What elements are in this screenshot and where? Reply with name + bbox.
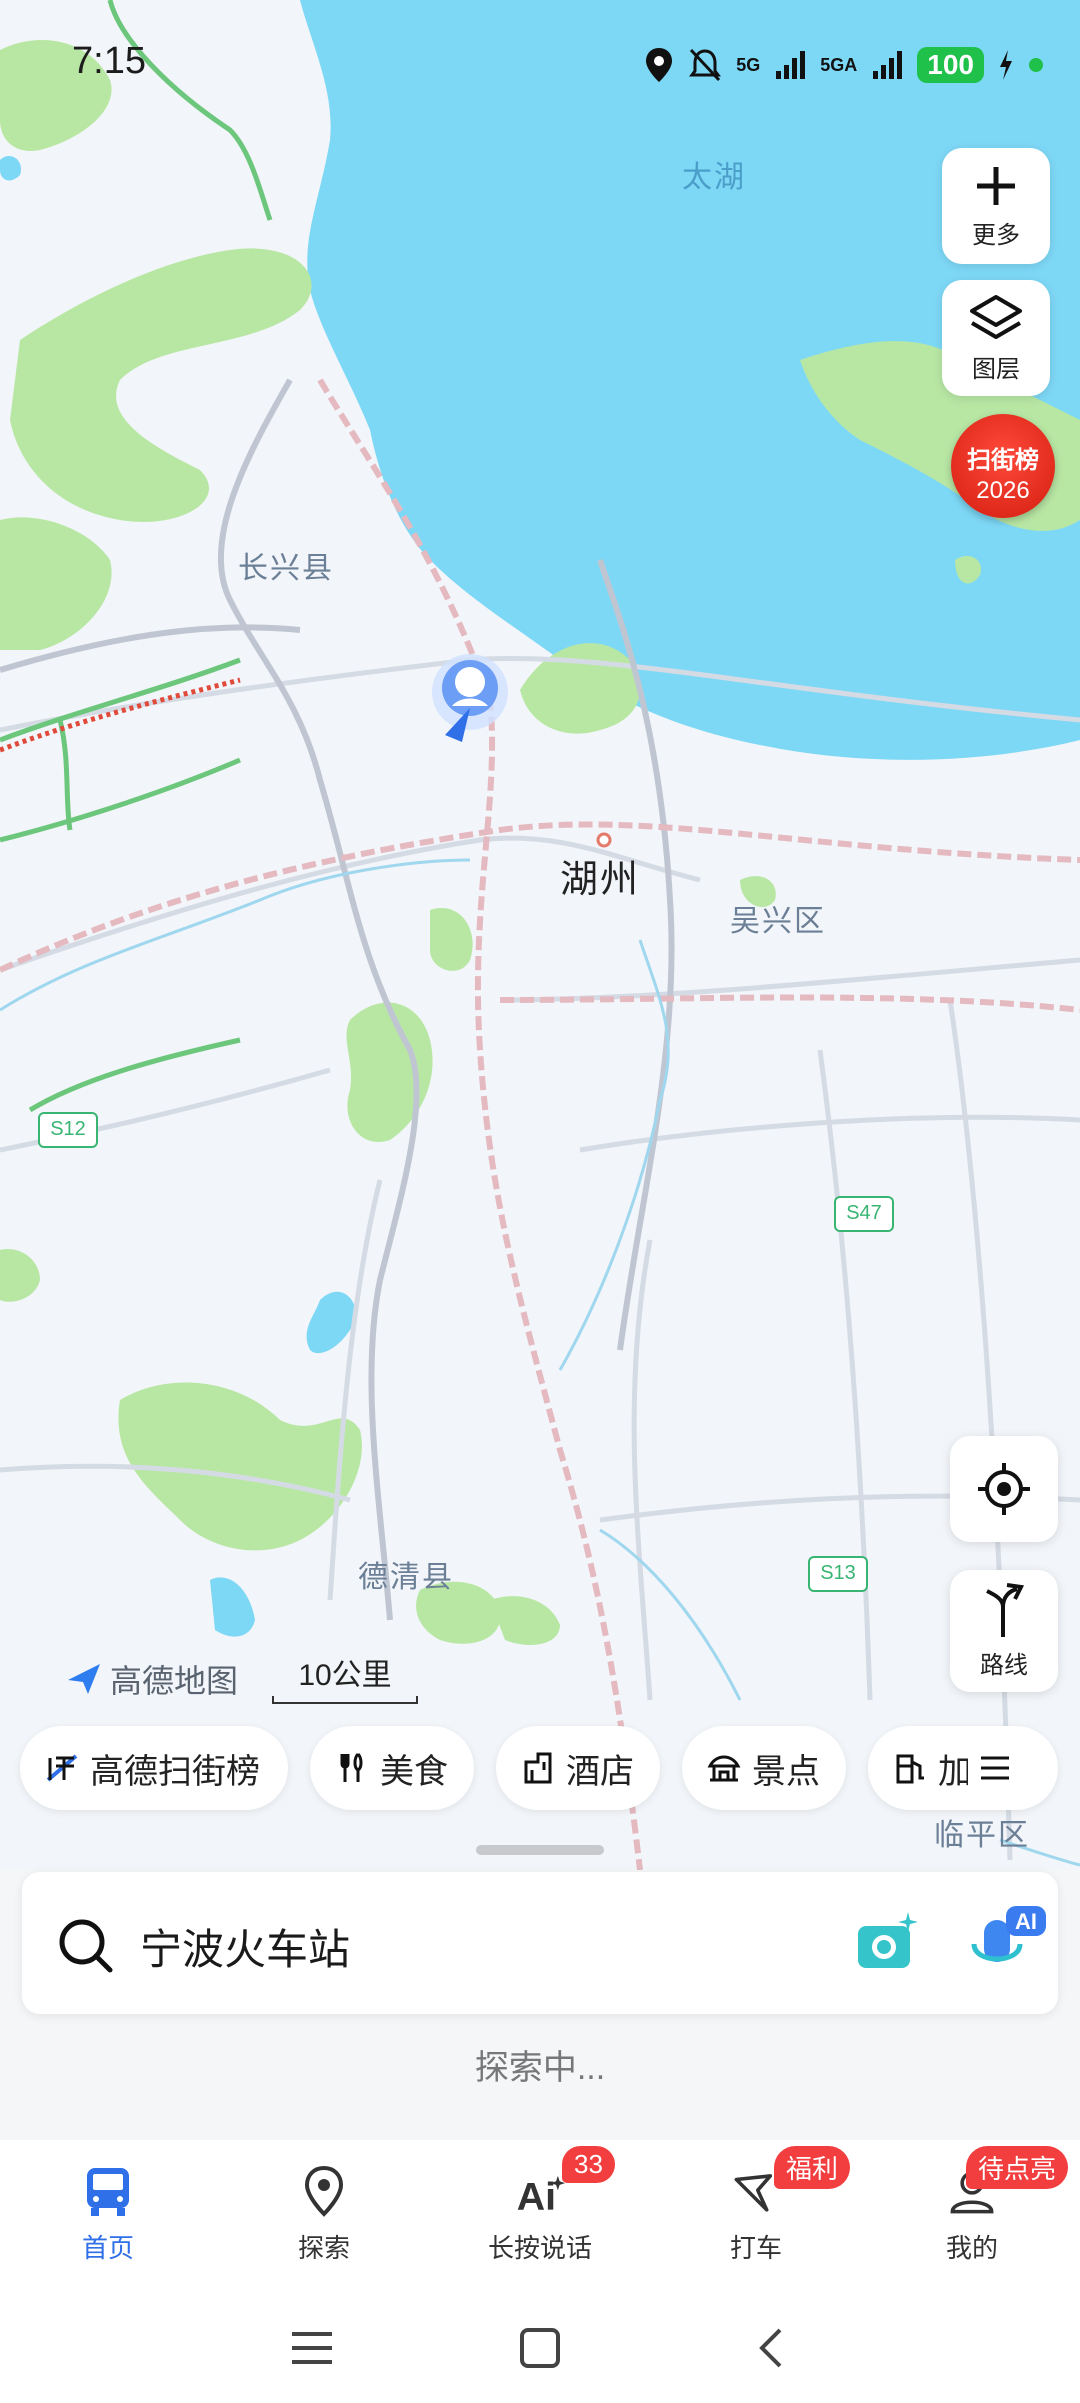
home-square-icon[interactable] bbox=[518, 2326, 562, 2370]
status-dot-icon bbox=[1029, 58, 1043, 72]
menu-icon[interactable] bbox=[978, 1753, 1012, 1783]
road-shield-s13: S13 bbox=[808, 1556, 868, 1592]
signal-icon-1 bbox=[776, 51, 806, 79]
category-chips: 高德扫街榜 美食 酒店 景点 加 bbox=[0, 1726, 1080, 1810]
scale-label: 10公里 bbox=[298, 1659, 392, 1692]
amap-logo-text: 高德地图 bbox=[110, 1663, 239, 1699]
system-nav-bar bbox=[0, 2290, 1080, 2403]
chip-label: 加 bbox=[938, 1752, 968, 1791]
nav-taxi[interactable]: 打车 福利 bbox=[648, 2140, 864, 2290]
layers-label: 图层 bbox=[972, 355, 1020, 383]
battery-indicator: 100 bbox=[917, 47, 984, 83]
amap-logo: 高德地图 bbox=[66, 1656, 238, 1702]
nav-voice[interactable]: Ai 长按说话 33 bbox=[432, 2140, 648, 2290]
road-shield-s12: S12 bbox=[38, 1112, 98, 1148]
fork-knife-icon bbox=[340, 1752, 363, 1782]
nav-label: 探索 bbox=[297, 2233, 350, 2263]
status-bar: 7:15 5G 5GA 100 bbox=[0, 0, 1080, 120]
menu-icon[interactable] bbox=[288, 2328, 336, 2368]
status-icons: 5G 5GA 100 bbox=[644, 40, 1044, 90]
more-label: 更多 bbox=[972, 221, 1020, 249]
street-rank-icon bbox=[46, 1754, 78, 1782]
ai-voice-icon[interactable]: AI bbox=[962, 1902, 1054, 1982]
status-time: 7:15 bbox=[72, 40, 146, 82]
svg-text:AI: AI bbox=[1015, 1909, 1037, 1934]
huzhou-label: 湖州 bbox=[560, 859, 641, 901]
my-location-button[interactable] bbox=[950, 1436, 1058, 1542]
scale-bar bbox=[272, 1696, 418, 1704]
linping-label: 临平区 bbox=[934, 1819, 1030, 1852]
chip-scenic[interactable]: 景点 bbox=[682, 1726, 846, 1810]
chip-food[interactable]: 美食 bbox=[310, 1726, 474, 1810]
hotel-icon bbox=[524, 1752, 552, 1784]
nav-badge: 待点亮 bbox=[966, 2146, 1069, 2189]
map-canvas[interactable] bbox=[0, 0, 1080, 1870]
gas-station-icon bbox=[896, 1754, 924, 1784]
layers-button[interactable]: 图层 bbox=[942, 280, 1050, 396]
route-arrow-icon bbox=[986, 1582, 1025, 1637]
location-pin-icon bbox=[304, 2165, 344, 2217]
chip-label: 景点 bbox=[752, 1752, 820, 1791]
sheet-drag-handle[interactable] bbox=[476, 1845, 604, 1855]
svg-text:Ai: Ai bbox=[517, 2175, 556, 2219]
back-chevron-icon[interactable] bbox=[752, 2326, 788, 2370]
nav-label: 打车 bbox=[729, 2233, 782, 2263]
deqing-label: 德清县 bbox=[358, 1561, 454, 1594]
nav-label: 首页 bbox=[81, 2233, 134, 2263]
location-pin-icon bbox=[646, 48, 673, 82]
exploring-text: 探索中... bbox=[474, 2049, 606, 2087]
nav-profile[interactable]: 我的 待点亮 bbox=[864, 2140, 1080, 2290]
chip-label: 酒店 bbox=[566, 1752, 634, 1791]
route-button[interactable]: 路线 bbox=[950, 1570, 1058, 1692]
route-label: 路线 bbox=[980, 1651, 1028, 1679]
nav-explore[interactable]: 探索 bbox=[216, 2140, 432, 2290]
mute-bell-icon bbox=[689, 48, 722, 82]
network-5g-label: 5G bbox=[736, 54, 761, 75]
network-5ga-label: 5GA bbox=[820, 54, 858, 75]
ai-icon: Ai bbox=[517, 2175, 565, 2219]
chip-label: 美食 bbox=[380, 1752, 448, 1791]
street-rank-2026-badge[interactable]: 扫街榜 2026 bbox=[951, 414, 1055, 518]
search-bar[interactable]: 宁波火车站 AI bbox=[22, 1872, 1058, 2014]
nav-badge: 33 bbox=[562, 2146, 615, 2183]
signal-icon-2 bbox=[873, 51, 903, 79]
layers-icon bbox=[970, 294, 1022, 339]
map-scale: 10公里 bbox=[272, 1650, 418, 1704]
chip-street-rank[interactable]: 高德扫街榜 bbox=[20, 1726, 288, 1810]
nav-label: 我的 bbox=[945, 2233, 998, 2263]
search-icon bbox=[59, 1919, 113, 1973]
chip-hotel[interactable]: 酒店 bbox=[496, 1726, 660, 1810]
chip-gas-station[interactable]: 加 bbox=[868, 1726, 1058, 1810]
changxing-label: 长兴县 bbox=[238, 552, 334, 585]
plus-icon bbox=[977, 166, 1015, 205]
chip-label: 高德扫街榜 bbox=[90, 1752, 260, 1791]
road-shield-s47: S47 bbox=[834, 1196, 894, 1232]
map-view[interactable] bbox=[0, 0, 1080, 1870]
bus-icon bbox=[87, 2168, 129, 2216]
nav-label: 长按说话 bbox=[487, 2233, 592, 2263]
badge-year: 2026 bbox=[976, 477, 1030, 504]
amap-logo-icon bbox=[68, 1664, 100, 1694]
camera-scan-icon[interactable] bbox=[852, 1910, 920, 1976]
lake-label: 太湖 bbox=[682, 161, 746, 194]
search-query[interactable]: 宁波火车站 bbox=[140, 1916, 350, 1977]
bottom-nav: 首页 探索 Ai 长按说话 33 打车 福利 我的 待点亮 bbox=[0, 2140, 1080, 2290]
nav-badge: 福利 bbox=[774, 2146, 851, 2189]
charging-icon bbox=[1000, 50, 1012, 80]
badge-title: 扫街榜 bbox=[967, 447, 1039, 474]
wuxing-label: 吴兴区 bbox=[730, 905, 826, 938]
nav-home[interactable]: 首页 bbox=[0, 2140, 216, 2290]
more-button[interactable]: 更多 bbox=[942, 148, 1050, 264]
locate-crosshair-icon bbox=[978, 1463, 1030, 1515]
scenic-spot-icon bbox=[707, 1755, 741, 1782]
